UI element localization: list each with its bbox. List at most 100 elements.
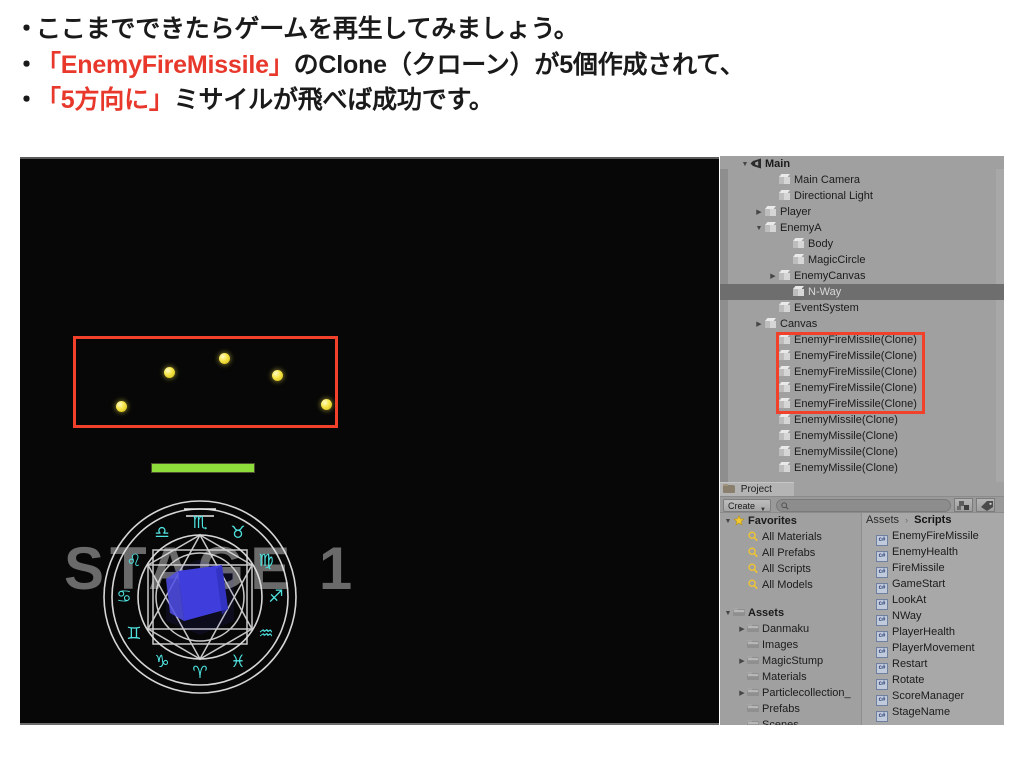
folder-icon (747, 718, 759, 725)
project-asset-row[interactable]: c# EnemyHealth (862, 544, 1004, 562)
chevron-down-icon[interactable]: ▼ (740, 157, 750, 173)
create-button[interactable]: Create ▼ (723, 499, 771, 513)
folder-icon (747, 654, 759, 664)
svg-text:♍: ♍ (258, 551, 273, 571)
hierarchy-panel[interactable]: ▼Main▶Main Camera▶Directional Light▶Play… (720, 156, 1004, 482)
hierarchy-tree[interactable]: ▼Main▶Main Camera▶Directional Light▶Play… (720, 156, 1004, 476)
svg-text:♑: ♑ (154, 652, 169, 672)
cube-icon (778, 414, 791, 425)
project-asset-row[interactable]: c# FireMissile (862, 560, 1004, 578)
hierarchy-row[interactable]: ▼ EnemyA (720, 220, 1004, 236)
project-asset-list[interactable]: c# EnemyFireMissile c# EnemyHealth c# FireMis… (862, 528, 1004, 722)
hierarchy-row-label: EnemyMissile(Clone) (794, 430, 898, 442)
hierarchy-row-label: EnemyFireMissile(Clone) (794, 382, 917, 394)
project-tree-row-label: Favorites (748, 515, 797, 527)
project-panel[interactable]: Project Create ▼ ▼ Favorites All Materia… (720, 482, 1004, 725)
hierarchy-row[interactable]: ▼ Main (720, 156, 1004, 172)
center-cube (166, 559, 234, 635)
hierarchy-row-label: EnemyFireMissile(Clone) (794, 398, 917, 410)
project-tree-pane[interactable]: ▼Favorites▶All Materials▶All Prefabs▶All… (720, 513, 861, 725)
cube-icon (792, 286, 805, 297)
tab-project[interactable]: Project (720, 482, 794, 496)
hierarchy-row[interactable]: ▶ N-Way (720, 284, 1004, 300)
chevron-down-icon[interactable]: ▼ (723, 514, 733, 530)
hierarchy-row[interactable]: ▶ EnemyFireMissile(Clone) (720, 396, 1004, 412)
hierarchy-row[interactable]: ▶ Canvas (720, 316, 1004, 332)
saved-search-icon (747, 563, 759, 574)
folder-icon (747, 686, 759, 696)
hierarchy-row[interactable]: ▶ Player (720, 204, 1004, 220)
chevron-right-icon[interactable]: ▶ (768, 269, 778, 285)
chevron-right-icon[interactable]: ▶ (754, 205, 764, 221)
project-tree-row-label: All Scripts (762, 563, 811, 575)
project-tree-row[interactable]: ▶ Images (720, 637, 861, 653)
project-tree-row[interactable]: ▶ Particlecollection_ (720, 685, 861, 701)
project-asset-row[interactable]: c# ScoreManager (862, 688, 1004, 706)
hierarchy-row[interactable]: ▶ EnemyMissile(Clone) (720, 428, 1004, 444)
hierarchy-row[interactable]: ▶ EnemyFireMissile(Clone) (720, 364, 1004, 380)
project-asset-pane[interactable]: Assets › Scripts c# EnemyFireMissile c# Ene… (861, 513, 1004, 725)
project-body[interactable]: ▼Favorites▶All Materials▶All Prefabs▶All… (720, 513, 1004, 725)
saved-search-icon (747, 579, 759, 590)
project-asset-label: LookAt (892, 594, 927, 606)
project-folder-tree[interactable]: ▼Favorites▶All Materials▶All Prefabs▶All… (720, 513, 861, 725)
create-button-label: Create (728, 501, 756, 511)
project-tree-row[interactable]: ▼ Favorites (720, 513, 861, 529)
hierarchy-row[interactable]: ▶ EnemyMissile(Clone) (720, 444, 1004, 460)
project-tree-row[interactable]: ▶ All Models (720, 577, 861, 593)
svg-text:♎: ♎ (154, 523, 169, 543)
hierarchy-row[interactable]: ▶ EnemyMissile(Clone) (720, 412, 1004, 428)
project-asset-row[interactable]: c# LookAt (862, 592, 1004, 610)
project-tree-row[interactable]: ▶ MagicStump (720, 653, 861, 669)
tree-spacer: ▶ (768, 461, 778, 477)
project-asset-row[interactable]: c# PlayerHealth (862, 624, 1004, 642)
hierarchy-row[interactable]: ▶ Main Camera (720, 172, 1004, 188)
cube-icon (764, 222, 777, 233)
breadcrumb-current[interactable]: Scripts (914, 514, 951, 526)
project-asset-row[interactable]: c# Rotate (862, 672, 1004, 690)
project-tree-row[interactable]: ▼ Assets (720, 605, 861, 621)
hierarchy-row[interactable]: ▶ EnemyFireMissile(Clone) (720, 332, 1004, 348)
chevron-down-icon[interactable]: ▼ (754, 221, 764, 237)
project-tree-row[interactable]: ▶ All Scripts (720, 561, 861, 577)
hierarchy-row[interactable]: ▶ MagicCircle (720, 252, 1004, 268)
chevron-right-icon[interactable]: ▶ (737, 622, 747, 638)
project-tree-row[interactable]: ▶ Materials (720, 669, 861, 685)
chevron-right-icon[interactable]: ▶ (737, 654, 747, 670)
hierarchy-row[interactable]: ▶ EnemyFireMissile(Clone) (720, 380, 1004, 396)
project-asset-row[interactable]: c# GameStart (862, 576, 1004, 594)
hierarchy-row[interactable]: ▶ EventSystem (720, 300, 1004, 316)
hierarchy-row-label: Player (780, 206, 812, 218)
chevron-right-icon[interactable]: ▶ (754, 317, 764, 333)
project-toolbar[interactable]: Create ▼ (720, 496, 1004, 513)
search-input[interactable] (792, 500, 948, 513)
project-tree-row[interactable]: ▶ All Materials (720, 529, 861, 545)
tree-spacer: ▶ (768, 429, 778, 445)
hierarchy-row[interactable]: ▶ Directional Light (720, 188, 1004, 204)
project-asset-label: GameStart (892, 578, 946, 590)
game-view[interactable]: STAGE 1 ♏ ♉ ♍ ♐ ♒ ♓ ♈ ♑ ♊ ♋ ♌ ♎ (20, 157, 719, 725)
chevron-down-icon[interactable]: ▼ (723, 606, 733, 622)
chevron-right-icon[interactable]: ▶ (737, 686, 747, 702)
hierarchy-row-label: Directional Light (794, 190, 873, 202)
project-asset-row[interactable]: c# PlayerMovement (862, 640, 1004, 658)
breadcrumb[interactable]: Assets › Scripts (862, 513, 1004, 528)
project-tree-row[interactable]: ▶ Scenes (720, 717, 861, 725)
project-asset-row[interactable]: c# EnemyFireMissile (862, 528, 1004, 546)
hierarchy-row-label: EnemyMissile(Clone) (794, 446, 898, 458)
breadcrumb-root[interactable]: Assets (866, 514, 899, 526)
hierarchy-row[interactable]: ▶ EnemyCanvas (720, 268, 1004, 284)
filter-by-type-icon[interactable] (954, 498, 973, 512)
hierarchy-row[interactable]: ▶ EnemyMissile(Clone) (720, 460, 1004, 476)
project-asset-row[interactable]: c# StageName (862, 704, 1004, 722)
project-asset-row[interactable]: c# NWay (862, 608, 1004, 626)
svg-text:♈: ♈ (192, 663, 207, 683)
hierarchy-row[interactable]: ▶ EnemyFireMissile(Clone) (720, 348, 1004, 364)
project-tree-row[interactable]: ▶ Danmaku (720, 621, 861, 637)
hierarchy-row[interactable]: ▶ Body (720, 236, 1004, 252)
project-asset-row[interactable]: c# Restart (862, 656, 1004, 674)
project-tree-row[interactable]: ▶ Prefabs (720, 701, 861, 717)
project-search-box[interactable] (776, 499, 951, 513)
filter-by-label-icon[interactable] (976, 498, 995, 512)
project-tree-row[interactable]: ▶ All Prefabs (720, 545, 861, 561)
